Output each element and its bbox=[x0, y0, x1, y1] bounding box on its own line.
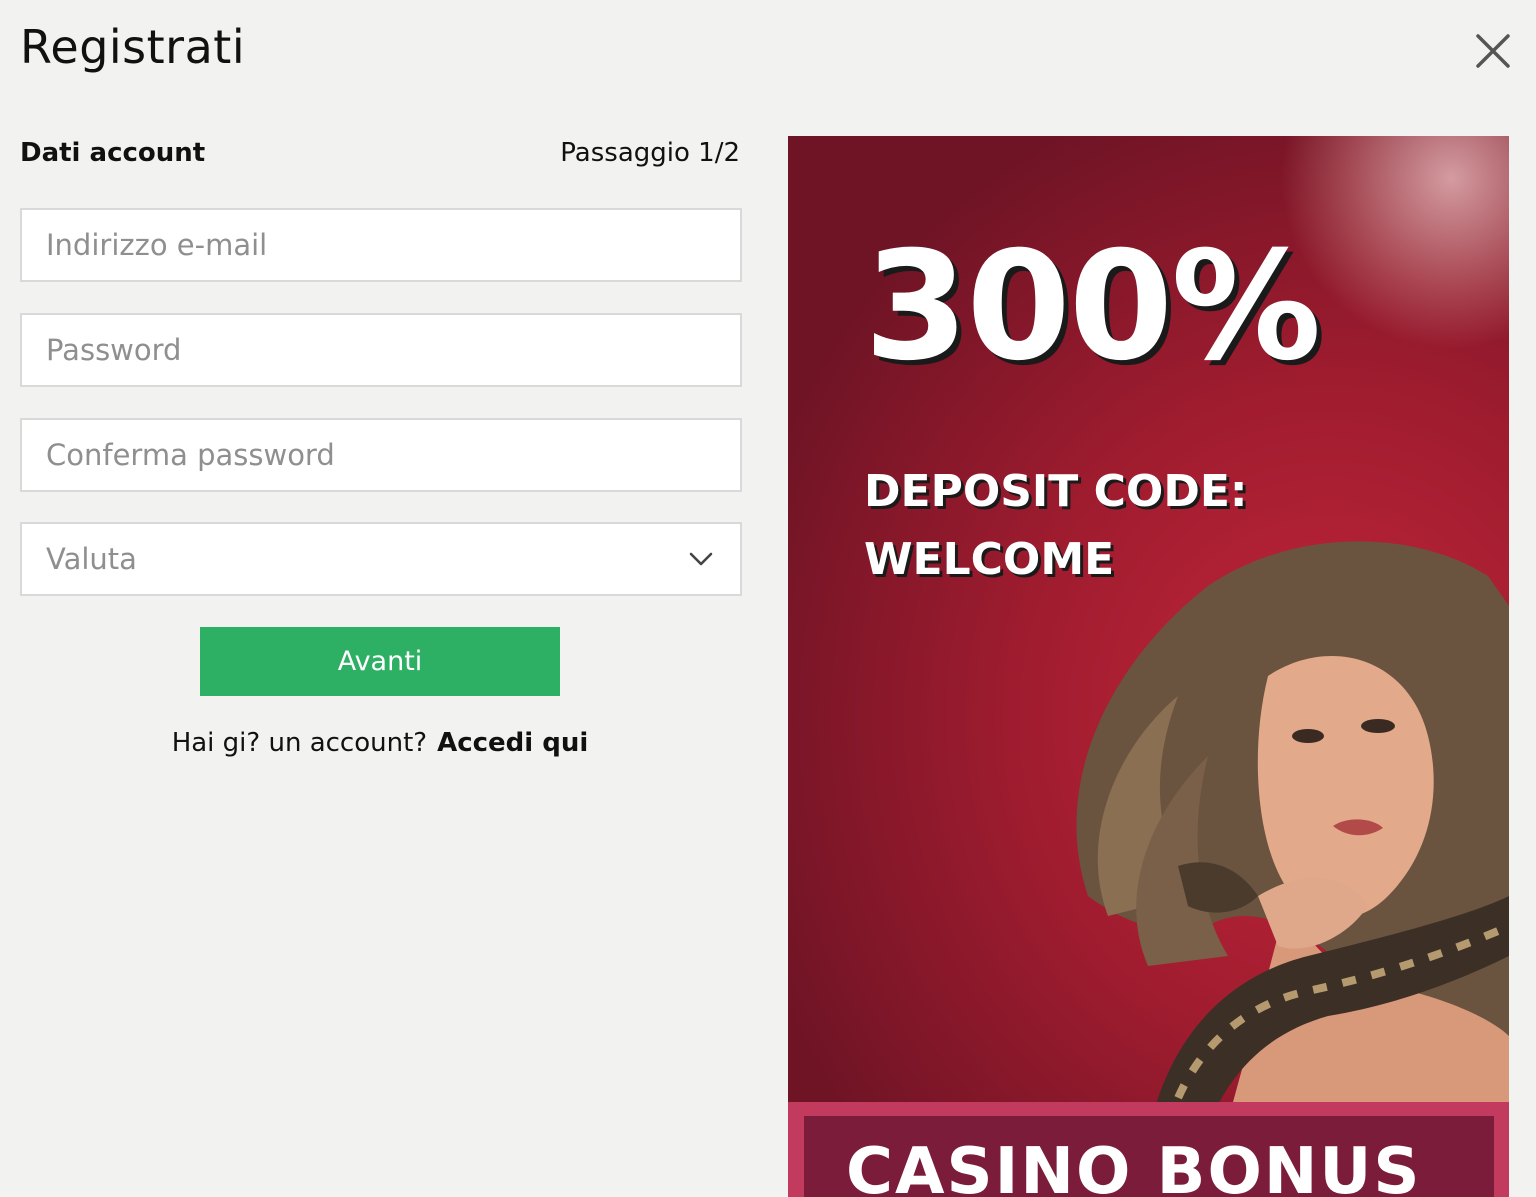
registration-modal: Registrati Dati account Passaggio 1/2 Va… bbox=[0, 0, 1536, 1197]
banner-code-line-2: WELCOME bbox=[864, 534, 1115, 585]
email-field-wrapper bbox=[20, 208, 742, 282]
close-icon bbox=[1476, 34, 1510, 68]
banner-deposit-code: DEPOSIT CODE: WELCOME bbox=[864, 458, 1248, 594]
page-title: Registrati bbox=[20, 20, 246, 74]
email-field[interactable] bbox=[22, 210, 740, 280]
chevron-down-icon bbox=[689, 552, 713, 566]
banner-footer: CASINO BONUS bbox=[788, 1102, 1509, 1197]
next-button[interactable]: Avanti bbox=[200, 627, 560, 696]
password-field-wrapper bbox=[20, 313, 742, 387]
login-prompt-row: Hai gi? un account? Accedi qui bbox=[0, 728, 760, 758]
banner-headline: 300% bbox=[864, 220, 1321, 394]
confirm-password-field[interactable] bbox=[22, 420, 740, 490]
close-button[interactable] bbox=[1472, 30, 1514, 72]
promo-banner[interactable]: 300% DEPOSIT CODE: WELCOME CASINO BONUS bbox=[788, 136, 1509, 1197]
login-prompt-text: Hai gi? un account? bbox=[171, 728, 428, 758]
password-field[interactable] bbox=[22, 315, 740, 385]
currency-select-value: Valuta bbox=[46, 542, 137, 576]
step-indicator: Passaggio 1/2 bbox=[560, 138, 740, 168]
currency-select[interactable]: Valuta bbox=[20, 522, 742, 596]
confirm-password-field-wrapper bbox=[20, 418, 742, 492]
login-link[interactable]: Accedi qui bbox=[437, 728, 588, 758]
banner-footer-text: CASINO BONUS bbox=[846, 1135, 1422, 1197]
section-label: Dati account bbox=[20, 138, 206, 168]
banner-code-line-1: DEPOSIT CODE: bbox=[864, 466, 1248, 517]
